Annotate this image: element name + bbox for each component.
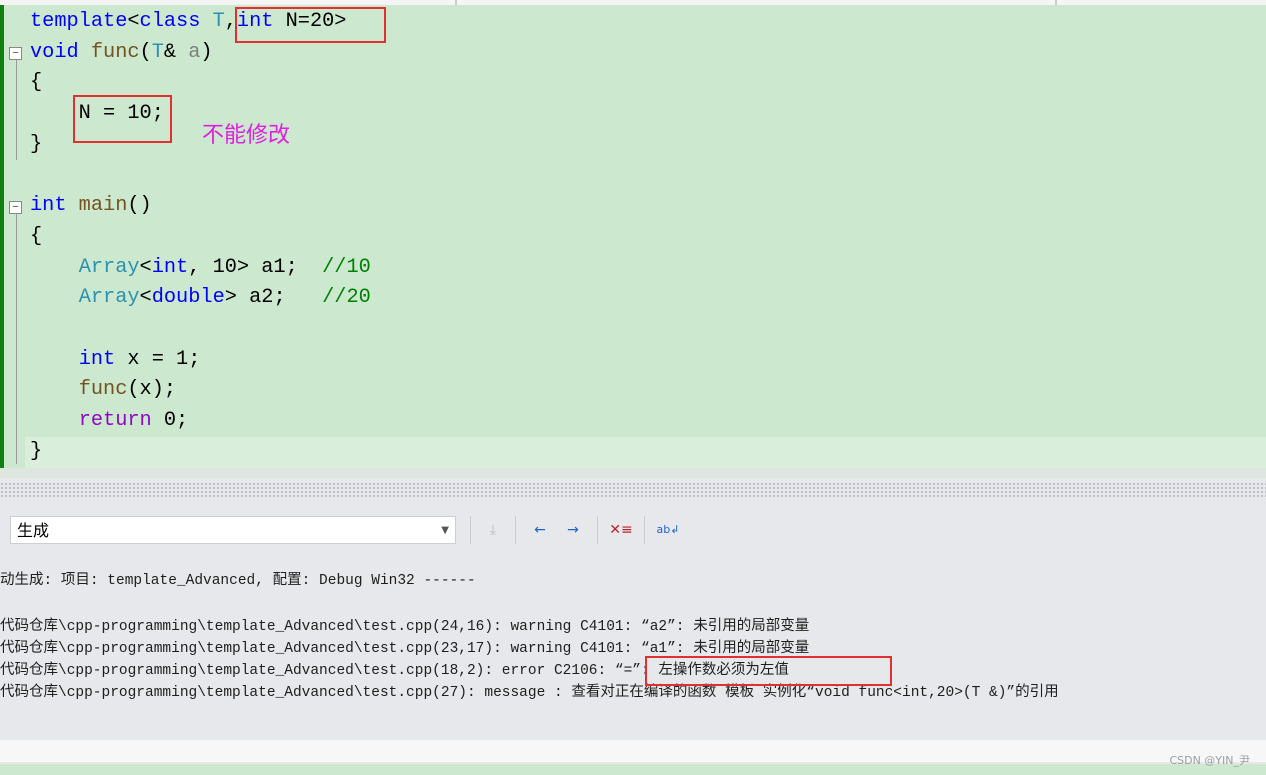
go-to-line-icon[interactable]: ⤓ (481, 518, 505, 542)
output-source-select[interactable]: 生成 ▼ (10, 516, 456, 544)
output-toolbar: 生成 ▼ ⤓ ← → ✕≡ ab↲ (0, 510, 1266, 550)
code-token: T (200, 10, 225, 33)
code-token: { (30, 224, 43, 248)
highlight-box (73, 95, 172, 143)
divider (597, 516, 598, 544)
code-token: a (188, 40, 201, 64)
code-line[interactable]: Array<int, 10> a1; //10 (30, 253, 371, 283)
code-token: > (224, 286, 250, 310)
watermark: CSDN @YIN_尹 (1169, 754, 1250, 767)
code-line[interactable]: } (30, 130, 42, 160)
code-token: } (30, 439, 43, 463)
divider (644, 516, 645, 544)
code-token: int (151, 255, 189, 279)
code-token: (x); (127, 378, 177, 402)
code-token: //20 (322, 286, 371, 310)
code-token: { (30, 71, 43, 95)
code-token: a2 (249, 286, 274, 310)
code-token: int (30, 194, 67, 218)
code-token: return (78, 409, 152, 433)
chevron-down-icon: ▼ (441, 525, 449, 536)
collapse-icon[interactable]: − (9, 47, 22, 60)
code-token: x = 1; (115, 347, 201, 371)
code-token: T (151, 40, 164, 64)
code-token: < (139, 255, 152, 279)
code-token: func (78, 40, 140, 64)
code-token: < (139, 286, 152, 310)
code-token: Array (78, 255, 140, 279)
output-line: 代码仓库\cpp-programming\template_Advanced\t… (0, 619, 810, 635)
code-token: } (30, 132, 43, 156)
code-token: class (139, 10, 201, 33)
editor-strip (0, 764, 1266, 775)
code-token: void (30, 40, 79, 64)
code-token: int (78, 347, 116, 371)
code-line[interactable]: int main() (30, 191, 152, 221)
clear-all-icon[interactable]: ✕≡ (609, 518, 633, 542)
code-line[interactable]: { (30, 68, 42, 98)
code-line[interactable]: { (30, 222, 42, 252)
code-line[interactable]: func(x); (30, 375, 176, 405)
fold-guide (16, 60, 17, 160)
panel-splitter[interactable] (0, 468, 1266, 478)
code-token: Array (78, 286, 140, 310)
code-token: ; (285, 255, 323, 279)
annotation-text: 不能修改 (202, 123, 291, 148)
code-token: ; (273, 286, 323, 310)
code-token: ( (139, 40, 152, 64)
code-token: func (78, 378, 128, 402)
code-token: , 10> (188, 255, 262, 279)
code-line[interactable]: void func(T& a) (30, 38, 213, 68)
current-line-highlight (25, 437, 1266, 468)
code-line[interactable]: int x = 1; (30, 345, 201, 375)
fold-guide (16, 214, 17, 464)
code-token: a1 (261, 255, 286, 279)
code-line[interactable]: return 0; (30, 406, 189, 436)
code-token: //10 (322, 255, 371, 279)
code-line[interactable]: Array<double> a2; //20 (30, 283, 371, 313)
status-area (0, 740, 1266, 762)
output-line: 动生成: 项目: template_Advanced, 配置: Debug Wi… (0, 573, 476, 589)
output-source-value: 生成 (17, 521, 50, 540)
code-token: template (30, 10, 128, 33)
code-token: ) (200, 40, 213, 64)
code-token: main (66, 194, 128, 218)
word-wrap-icon[interactable]: ab↲ (656, 518, 680, 542)
next-message-icon[interactable]: → (561, 518, 585, 542)
code-token: & (163, 40, 189, 64)
code-token: < (127, 10, 140, 33)
code-token: double (151, 286, 225, 310)
code-token: 0; (151, 409, 189, 433)
divider (515, 516, 516, 544)
output-panel-grip[interactable] (0, 482, 1266, 498)
collapse-icon[interactable]: − (9, 201, 22, 214)
change-tracking-bar (0, 5, 4, 468)
code-token: () (127, 194, 152, 218)
highlight-box (645, 656, 892, 686)
previous-message-icon[interactable]: ← (528, 518, 552, 542)
highlight-box (235, 7, 386, 43)
output-line: 代码仓库\cpp-programming\template_Advanced\t… (0, 685, 1059, 701)
output-text[interactable]: 动生成: 项目: template_Advanced, 配置: Debug Wi… (0, 560, 1266, 740)
code-line[interactable]: } (30, 437, 42, 467)
divider (470, 516, 471, 544)
code-editor[interactable]: − − template<class T,int N=20> void func(… (0, 5, 1266, 468)
